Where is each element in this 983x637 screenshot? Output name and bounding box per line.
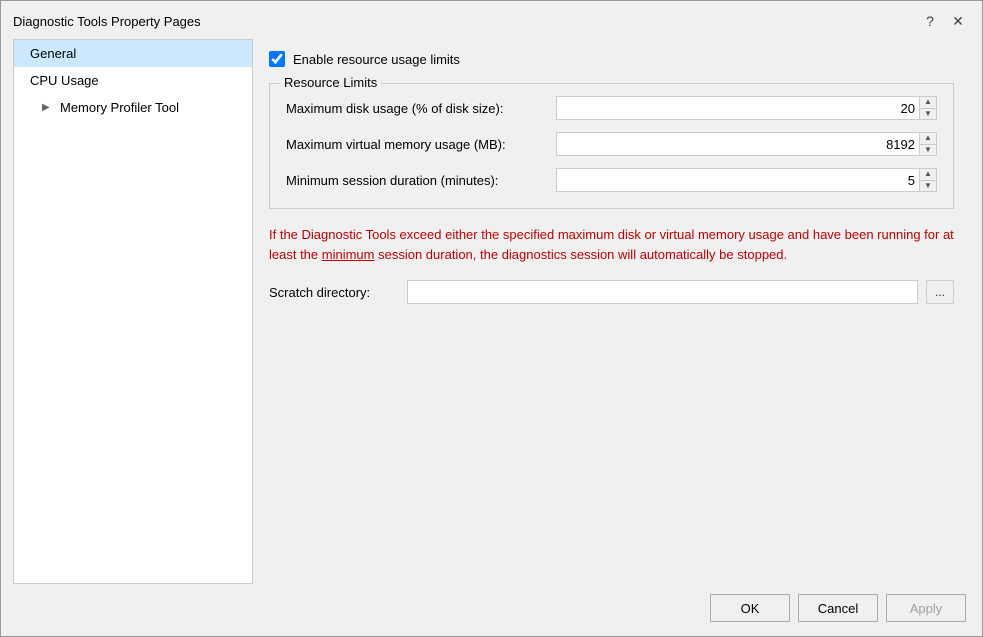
max-disk-label: Maximum disk usage (% of disk size): (286, 101, 556, 116)
dialog-body: General CPU Usage ▶ Memory Profiler Tool… (1, 39, 982, 584)
max-vmem-down-button[interactable]: ▼ (920, 144, 936, 156)
enable-checkbox[interactable] (269, 51, 285, 67)
max-disk-down-button[interactable]: ▼ (920, 108, 936, 120)
close-button[interactable]: ✕ (946, 9, 970, 33)
dialog-footer: OK Cancel Apply (1, 584, 982, 636)
max-disk-spinner: ▲ ▼ (556, 96, 937, 120)
help-button[interactable]: ? (918, 9, 942, 33)
enable-checkbox-label[interactable]: Enable resource usage limits (293, 52, 460, 67)
scratch-row: Scratch directory: ... (269, 280, 954, 304)
min-session-spinner: ▲ ▼ (556, 168, 937, 192)
browse-button[interactable]: ... (926, 280, 954, 304)
cancel-button[interactable]: Cancel (798, 594, 878, 622)
max-vmem-row: Maximum virtual memory usage (MB): ▲ ▼ (286, 132, 937, 156)
max-vmem-spinner: ▲ ▼ (556, 132, 937, 156)
sidebar-item-memory-profiler-tool[interactable]: ▶ Memory Profiler Tool (14, 94, 252, 121)
ok-button[interactable]: OK (710, 594, 790, 622)
dialog-window: Diagnostic Tools Property Pages ? ✕ Gene… (0, 0, 983, 637)
max-disk-input[interactable] (556, 96, 919, 120)
group-box-title: Resource Limits (280, 75, 381, 90)
min-session-spinner-buttons: ▲ ▼ (919, 168, 937, 192)
title-bar: Diagnostic Tools Property Pages ? ✕ (1, 1, 982, 39)
max-vmem-input[interactable] (556, 132, 919, 156)
scratch-input[interactable] (407, 280, 918, 304)
sidebar: General CPU Usage ▶ Memory Profiler Tool (13, 39, 253, 584)
resource-limits-group: Resource Limits Maximum disk usage (% of… (269, 83, 954, 209)
expand-icon: ▶ (42, 102, 54, 113)
max-disk-row: Maximum disk usage (% of disk size): ▲ ▼ (286, 96, 937, 120)
sidebar-item-general[interactable]: General (14, 40, 252, 67)
minimum-highlight: minimum (322, 247, 375, 262)
content-area: Enable resource usage limits Resource Li… (253, 39, 970, 584)
min-session-up-button[interactable]: ▲ (920, 169, 936, 180)
general-label: General (30, 46, 76, 61)
info-text: If the Diagnostic Tools exceed either th… (269, 225, 954, 264)
max-vmem-up-button[interactable]: ▲ (920, 133, 936, 144)
memory-profiler-label: Memory Profiler Tool (60, 100, 179, 115)
max-disk-up-button[interactable]: ▲ (920, 97, 936, 108)
min-session-row: Minimum session duration (minutes): ▲ ▼ (286, 168, 937, 192)
sidebar-item-cpu-usage[interactable]: CPU Usage (14, 67, 252, 94)
min-session-down-button[interactable]: ▼ (920, 180, 936, 192)
max-disk-spinner-buttons: ▲ ▼ (919, 96, 937, 120)
max-vmem-label: Maximum virtual memory usage (MB): (286, 137, 556, 152)
scratch-label: Scratch directory: (269, 285, 399, 300)
dialog-title: Diagnostic Tools Property Pages (13, 14, 201, 29)
title-bar-buttons: ? ✕ (918, 9, 970, 33)
enable-checkbox-row: Enable resource usage limits (269, 51, 954, 67)
max-vmem-spinner-buttons: ▲ ▼ (919, 132, 937, 156)
cpu-usage-label: CPU Usage (30, 73, 99, 88)
apply-button[interactable]: Apply (886, 594, 966, 622)
min-session-input[interactable] (556, 168, 919, 192)
min-session-label: Minimum session duration (minutes): (286, 173, 556, 188)
